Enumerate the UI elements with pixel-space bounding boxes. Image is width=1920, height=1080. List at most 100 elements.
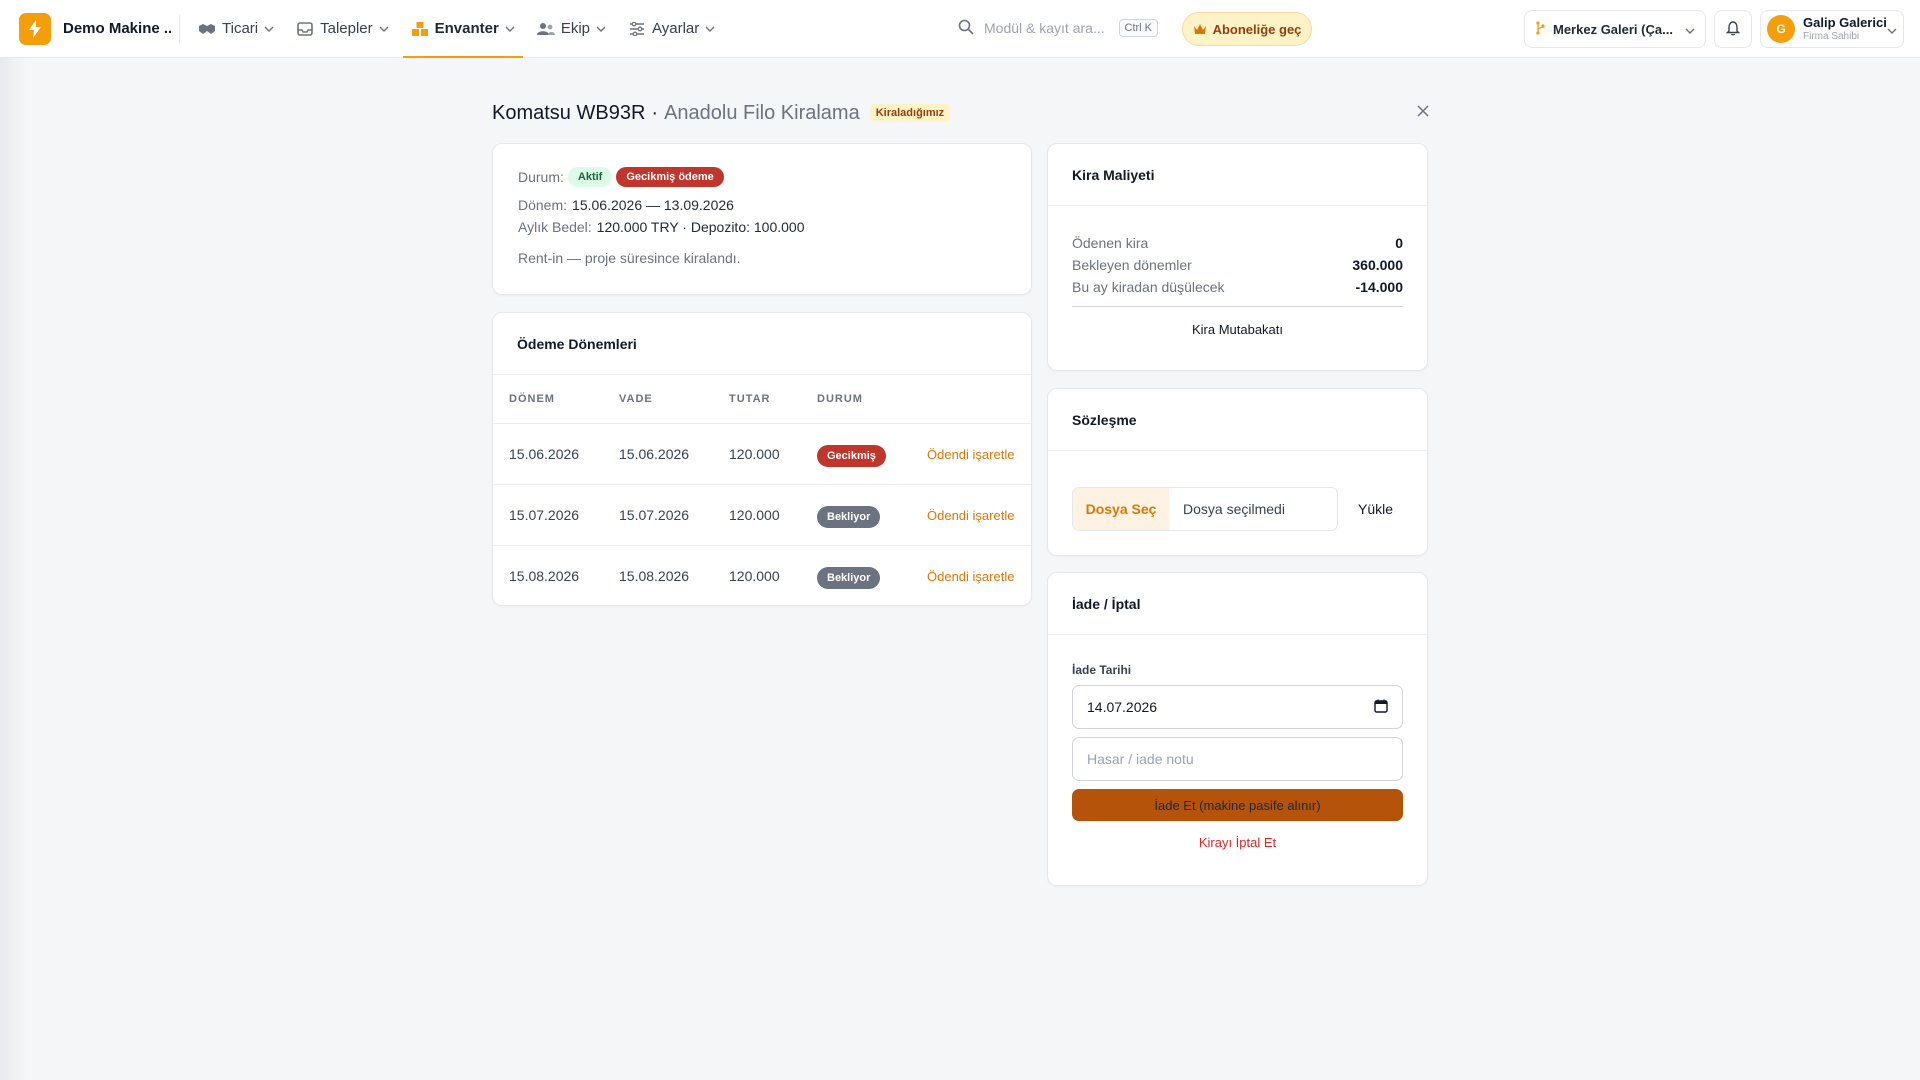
divider (1072, 306, 1403, 307)
file-upload-row: Dosya Seç Dosya seçilmedi Yükle (1048, 451, 1427, 531)
user-menu[interactable]: G Galip Galerici Firma Sahibi (1760, 10, 1904, 48)
column-header-actions (911, 375, 1031, 424)
cost-row-paid: Ödenen kira 0 (1072, 232, 1403, 254)
nav-label: Ticari (222, 20, 259, 37)
nav-item-ekip[interactable]: Ekip (529, 0, 614, 58)
status-cell: Bekliyor (801, 484, 911, 546)
cancel-rental-button[interactable]: Kirayı İptal Et (1072, 835, 1403, 850)
cost-row-pending: Bekleyen dönemler 360.000 (1072, 254, 1403, 276)
payments-title: Ödeme Dönemleri (517, 335, 637, 352)
status-badge-overdue: Gecikmiş ödeme (616, 167, 724, 187)
close-icon[interactable] (1416, 104, 1430, 121)
table-row: 15.08.2026 15.08.2026 120.000 Bekliyor Ö… (493, 545, 1031, 606)
cost-label: Bu ay kiradan düşülecek (1072, 279, 1225, 295)
chevron-down-icon (379, 26, 389, 32)
amount-cell: 120.000 (713, 423, 801, 485)
return-date-value: 14.07.2026 (1087, 699, 1158, 715)
return-header: İade / İptal (1048, 573, 1427, 635)
page-title: Komatsu WB93R (492, 101, 646, 124)
nav-label: Ekip (560, 20, 591, 37)
notifications-button[interactable] (1714, 10, 1752, 48)
search-placeholder: Modül & kayıt ara... (984, 20, 1105, 36)
period-line: Dönem: 15.06.2026 — 13.09.2026 (518, 194, 1006, 216)
amount-cell: 120.000 (713, 484, 801, 546)
left-edge-shadow (0, 58, 26, 1080)
nav-item-talepler[interactable]: Talepler (288, 0, 397, 58)
inbox-icon (296, 20, 314, 38)
boxes-icon (411, 20, 429, 38)
return-cancel-card: İade / İptal İade Tarihi 14.07.2026 İade… (1047, 572, 1428, 886)
due-cell: 15.08.2026 (619, 567, 690, 584)
column-header: VADE (603, 375, 713, 424)
lightning-icon (19, 12, 51, 45)
subscribe-button[interactable]: Aboneliğe geç (1182, 12, 1312, 46)
chevron-down-icon (1887, 21, 1897, 37)
user-role: Firma Sahibi (1803, 30, 1860, 42)
rental-type-badge: Kiraladığımız (869, 104, 951, 122)
search-shortcut: Ctrl K (1118, 19, 1158, 37)
return-button[interactable]: İade Et (makine pasife alınır) (1072, 789, 1403, 821)
chevron-down-icon (596, 26, 606, 32)
action-cell: Ödendi işaretle (911, 545, 1031, 606)
top-bar: Demo Makine ... Ticari Talepler Envanter (0, 0, 1920, 58)
cost-row-deduction: Bu ay kiradan düşülecek -14.000 (1072, 276, 1403, 298)
due-cell: 15.07.2026 (603, 484, 713, 546)
mark-paid-button[interactable]: Ödendi işaretle (927, 569, 1014, 584)
main-nav: Ticari Talepler Envanter Ekip Ayarlar (190, 0, 729, 58)
cost-value: -14.000 (1355, 279, 1403, 295)
branch-selector[interactable]: Merkez Galeri (Ça... (1524, 10, 1706, 48)
subscribe-label: Aboneliğe geç (1212, 21, 1302, 37)
rental-cost-card: Kira Maliyeti Ödenen kira 0 Bekleyen dön… (1047, 143, 1428, 371)
due-cell: 15.06.2026 (603, 423, 713, 485)
chevron-down-icon (264, 26, 274, 32)
status-line: Durum: Aktif Gecikmiş ödeme (518, 166, 1006, 188)
return-body: İade Tarihi 14.07.2026 İade Et (makine p… (1048, 663, 1427, 850)
rental-note: Rent-in — proje süresince kiralandı. (518, 250, 741, 266)
status-badge: Bekliyor (817, 566, 881, 589)
monthly-value: 120.000 TRY · Depozito: 100.000 (596, 219, 805, 235)
brand[interactable]: Demo Makine ... (19, 0, 171, 58)
return-date-input[interactable]: 14.07.2026 (1072, 685, 1403, 729)
amount-cell: 120.000 (729, 567, 780, 584)
chevron-down-icon (505, 26, 515, 32)
calendar-icon[interactable] (1374, 699, 1388, 716)
period-value: 15.06.2026 — 13.09.2026 (572, 197, 734, 213)
crown-icon (1193, 23, 1207, 35)
mark-paid-button[interactable]: Ödendi işaretle (927, 508, 1014, 523)
chevron-down-icon (1685, 22, 1695, 37)
column-header: DÖNEM (493, 375, 603, 424)
return-date-label: İade Tarihi (1072, 663, 1132, 677)
rent-reconciliation-button[interactable]: Kira Mutabakatı (1072, 317, 1403, 341)
divider (179, 14, 180, 43)
choose-file-button[interactable]: Dosya Seç (1073, 488, 1169, 530)
cost-body: Ödenen kira 0 Bekleyen dönemler 360.000 … (1048, 206, 1427, 341)
action-cell: Ödendi işaretle (911, 423, 1031, 485)
status-badge-active: Aktif (567, 167, 613, 187)
status-label: Durum: (518, 169, 564, 185)
nav-label: Talepler (320, 20, 373, 37)
upload-button[interactable]: Yükle (1358, 501, 1393, 517)
contract-card: Sözleşme Dosya Seç Dosya seçilmedi Yükle (1047, 388, 1428, 556)
status-badge: Bekliyor (817, 505, 881, 528)
file-input[interactable]: Dosya Seç Dosya seçilmedi (1072, 487, 1338, 531)
return-title: İade / İptal (1072, 595, 1141, 612)
sliders-icon (628, 20, 646, 38)
cost-title: Kira Maliyeti (1072, 166, 1155, 183)
mark-paid-button[interactable]: Ödendi işaretle (927, 447, 1014, 462)
table-header-row: DÖNEM VADE TUTAR DURUM (493, 375, 1031, 424)
nav-item-ticari[interactable]: Ticari (190, 0, 282, 58)
damage-note-input[interactable] (1072, 737, 1403, 781)
status-cell: Gecikmiş (801, 423, 911, 485)
payments-header: Ödeme Dönemleri (493, 313, 1031, 375)
cost-header: Kira Maliyeti (1048, 144, 1427, 206)
nav-label: Ayarlar (652, 20, 700, 37)
status-badge: Gecikmiş (817, 444, 886, 467)
search-input[interactable]: Modül & kayıt ara... Ctrl K (950, 10, 1166, 46)
period-cell: 15.06.2026 (493, 423, 603, 485)
table-row: 15.07.2026 15.07.2026 120.000 Bekliyor Ö… (493, 484, 1031, 546)
cost-label: Ödenen kira (1072, 235, 1149, 251)
search-icon (958, 19, 974, 38)
nav-item-ayarlar[interactable]: Ayarlar (620, 0, 723, 58)
rental-info-card: Durum: Aktif Gecikmiş ödeme Dönem: 15.06… (492, 143, 1032, 295)
nav-item-envanter[interactable]: Envanter (402, 0, 524, 58)
